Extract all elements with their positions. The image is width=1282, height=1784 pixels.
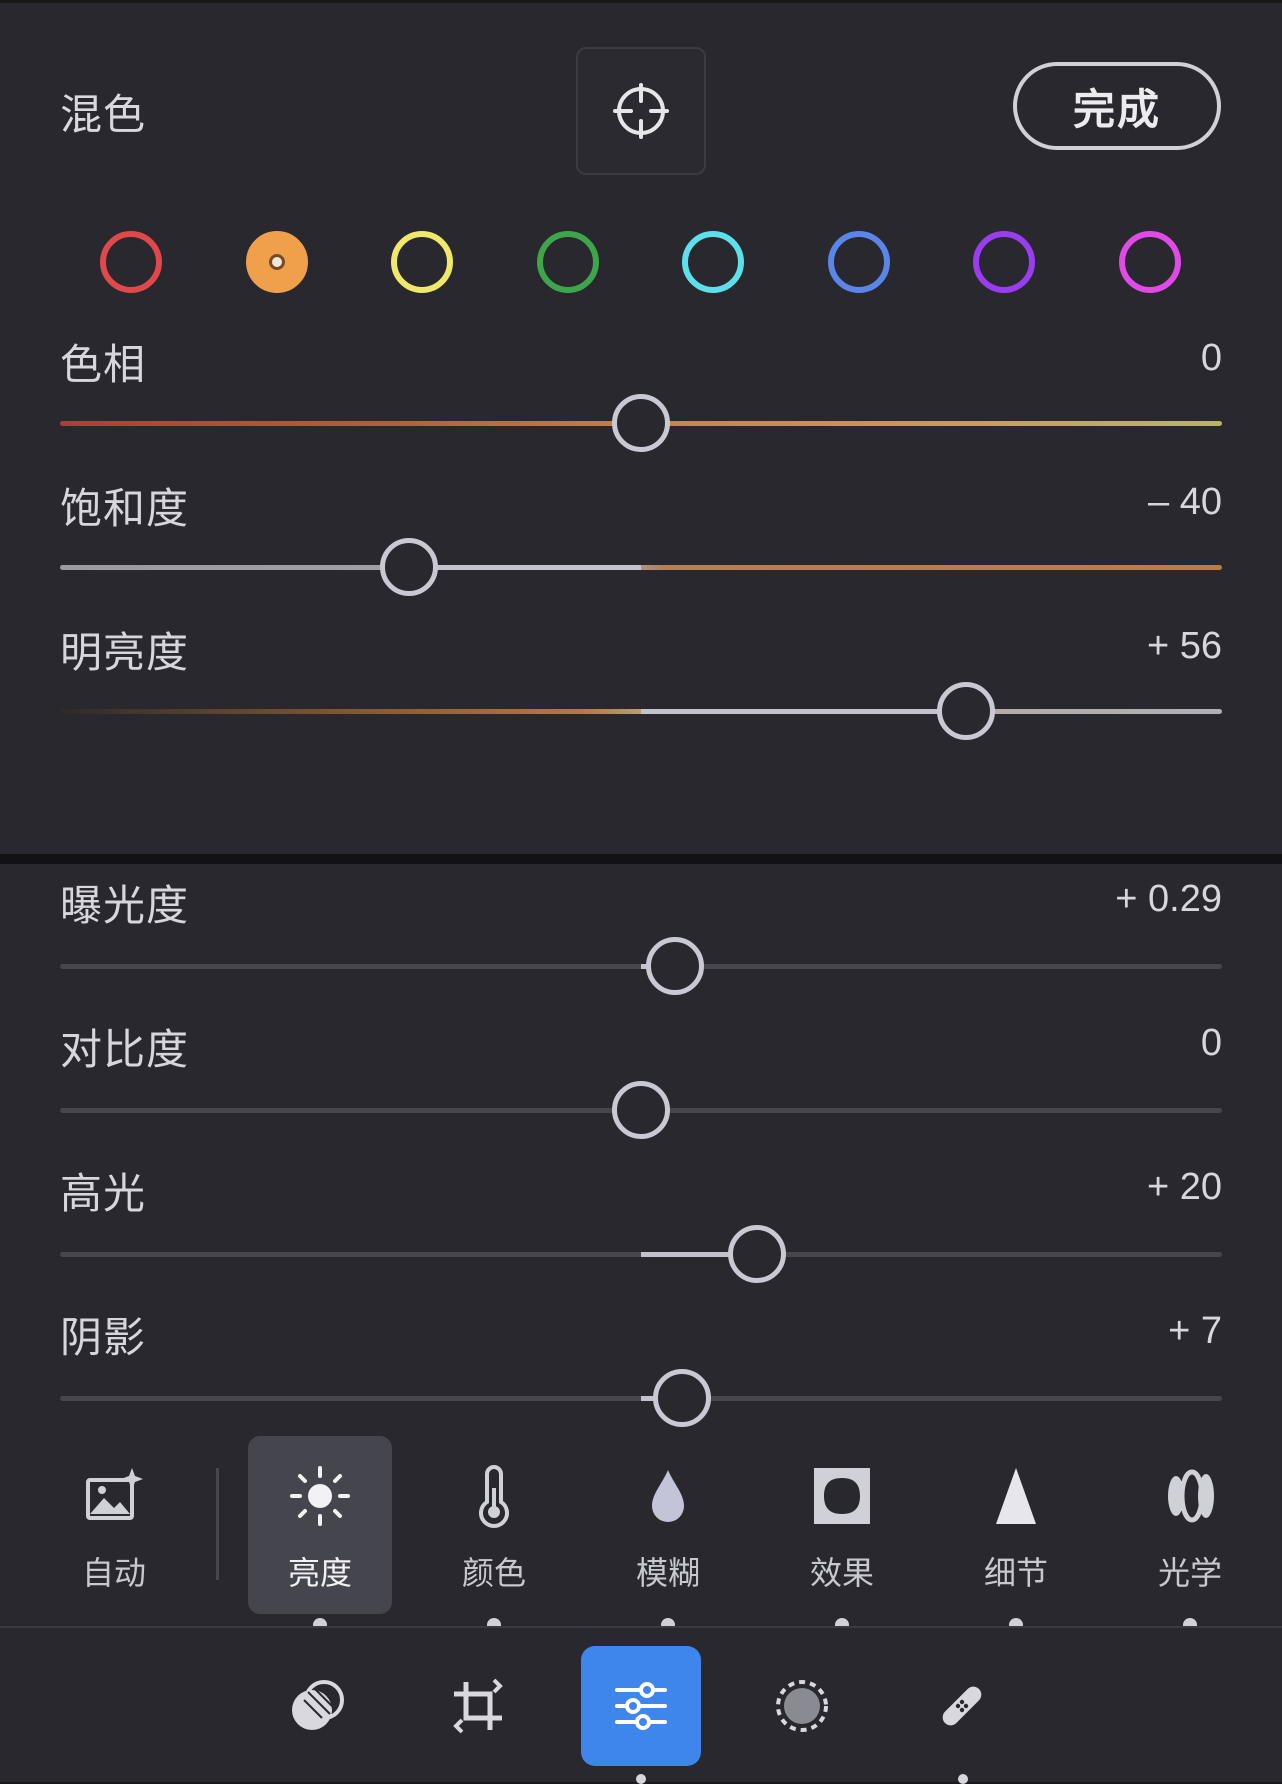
color-swatch-green[interactable] [536,231,599,293]
slider-label: 饱和度 [60,484,190,533]
slider-label: 阴影 [60,1313,147,1362]
nav-presets[interactable] [258,1646,378,1766]
sun-icon [290,1466,350,1526]
crop-rotate-icon [453,1678,503,1734]
crosshair-icon [613,83,669,139]
tool-optics[interactable]: 光学 [1118,1436,1262,1614]
slider-exposure: 曝光度 + 0.29 [0,872,1282,1012]
color-swatch-aqua[interactable] [682,231,744,293]
slider-label: 色相 [60,340,147,389]
color-swatch-orange[interactable] [245,231,308,293]
drop-icon [652,1470,684,1522]
slider-value: + 7 [1168,1310,1222,1352]
slider-luminance: 明亮度 + 56 [0,619,1282,759]
slider-highlights: 高光 + 20 [0,1160,1282,1300]
presets-icon [292,1680,344,1730]
tool-label: 细节 [983,1554,1048,1592]
nav-indicator-dot [958,1774,968,1784]
slider-contrast: 对比度 0 [0,1016,1282,1156]
tool-label: 光学 [1157,1554,1222,1592]
color-swatch-yellow[interactable] [391,231,453,293]
tool-label: 模糊 [635,1554,700,1592]
tool-indicator-dot [835,1618,849,1626]
tool-label: 自动 [81,1554,146,1592]
slider-value: – 40 [1148,481,1222,523]
edit-tools-strip: 自动 亮度 颜色 模糊 效果 细节 光学 [0,1426,1282,1626]
thermometer-icon [479,1465,509,1528]
tool-label: 亮度 [287,1554,352,1592]
color-swatch-blue[interactable] [827,231,890,293]
tool-indicator-dot [487,1618,501,1626]
tool-indicator-dot [1009,1618,1023,1626]
panel-divider [0,854,1282,864]
slider-thumb[interactable] [728,1225,787,1283]
tool-indicator-dot [1183,1618,1197,1626]
tool-effects[interactable]: 效果 [770,1436,914,1614]
color-swatch-red[interactable] [100,231,162,293]
tool-detail[interactable]: 细节 [944,1436,1088,1614]
slider-hue: 色相 0 [0,331,1282,471]
slider-thumb[interactable] [937,682,996,740]
vignette-icon [814,1468,870,1524]
nav-indicator-dot [636,1774,646,1784]
color-mix-panel: 混色 完成 色相 0 饱和度 – 40 明亮度 + 56 [0,0,1282,854]
triangle-icon [996,1468,1036,1524]
slider-thumb[interactable] [379,538,438,596]
adjust-sliders-icon [615,1682,667,1730]
selected-dot [268,254,285,270]
tool-indicator-dot [313,1618,327,1626]
slider-thumb[interactable] [612,1081,670,1139]
slider-thumb[interactable] [612,394,670,452]
slider-track[interactable] [60,565,1222,570]
slider-value: + 56 [1146,625,1222,667]
nav-crop[interactable] [418,1646,538,1766]
nav-adjust[interactable] [581,1646,701,1766]
color-swatch-magenta[interactable] [1118,231,1181,293]
color-swatch-row [0,231,1282,295]
auto-image-icon [86,1468,143,1520]
slider-fill [408,565,641,570]
slider-thumb[interactable] [645,937,704,995]
tool-auto[interactable]: 自动 [42,1436,186,1614]
tool-blur[interactable]: 模糊 [596,1436,740,1614]
slider-label: 明亮度 [60,628,190,677]
slider-label: 曝光度 [60,881,190,930]
nav-masking[interactable] [742,1646,862,1766]
tool-label: 颜色 [461,1554,526,1592]
nav-healing[interactable] [902,1646,1022,1766]
bottom-nav [0,1626,1282,1784]
tool-light[interactable]: 亮度 [248,1436,392,1614]
tool-separator [216,1468,219,1580]
tool-indicator-dot [661,1618,675,1626]
healing-bandage-icon [942,1686,982,1726]
slider-thumb[interactable] [652,1369,711,1427]
slider-label: 高光 [60,1169,147,1218]
targeted-adjustment-button[interactable] [576,47,706,175]
masking-icon [776,1680,828,1732]
lens-icon [1168,1469,1214,1523]
slider-value: + 0.29 [1115,878,1222,920]
panel-title: 混色 [60,90,147,139]
slider-value: + 20 [1146,1166,1222,1208]
slider-saturation: 饱和度 – 40 [0,475,1282,615]
tool-label: 效果 [809,1554,874,1592]
color-swatch-purple[interactable] [973,231,1035,293]
slider-fill [641,709,967,714]
tool-color[interactable]: 颜色 [422,1436,566,1614]
slider-label: 对比度 [60,1025,190,1074]
done-button[interactable]: 完成 [1013,62,1221,150]
slider-value: 0 [1200,1022,1222,1064]
slider-shadows: 阴影 + 7 [0,1304,1282,1444]
slider-value: 0 [1200,337,1222,379]
